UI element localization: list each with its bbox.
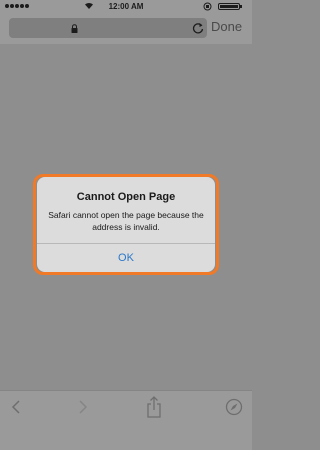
chevron-left-icon[interactable]: [10, 399, 22, 415]
alert-dialog: Cannot Open Page Safari cannot open the …: [37, 177, 215, 272]
reload-icon[interactable]: [192, 22, 204, 34]
toolbar-divider: [0, 390, 252, 391]
chevron-right-icon[interactable]: [77, 399, 89, 415]
safari-toolbar: [0, 390, 252, 450]
orientation-lock-icon: [203, 2, 212, 13]
status-bar: 12:00 AM: [0, 0, 252, 14]
address-bar[interactable]: [9, 18, 207, 38]
done-button[interactable]: Done: [211, 19, 242, 34]
battery-icon: [218, 3, 242, 10]
safari-nav-bar: Done: [0, 14, 252, 44]
lock-icon: [71, 24, 78, 33]
alert-title: Cannot Open Page: [76, 191, 176, 203]
status-time: 12:00 AM: [108, 2, 144, 11]
share-icon[interactable]: [146, 396, 162, 418]
alert-message: Safari cannot open the page because the …: [48, 210, 204, 232]
ok-button[interactable]: OK: [37, 244, 215, 272]
compass-icon[interactable]: [225, 398, 243, 416]
